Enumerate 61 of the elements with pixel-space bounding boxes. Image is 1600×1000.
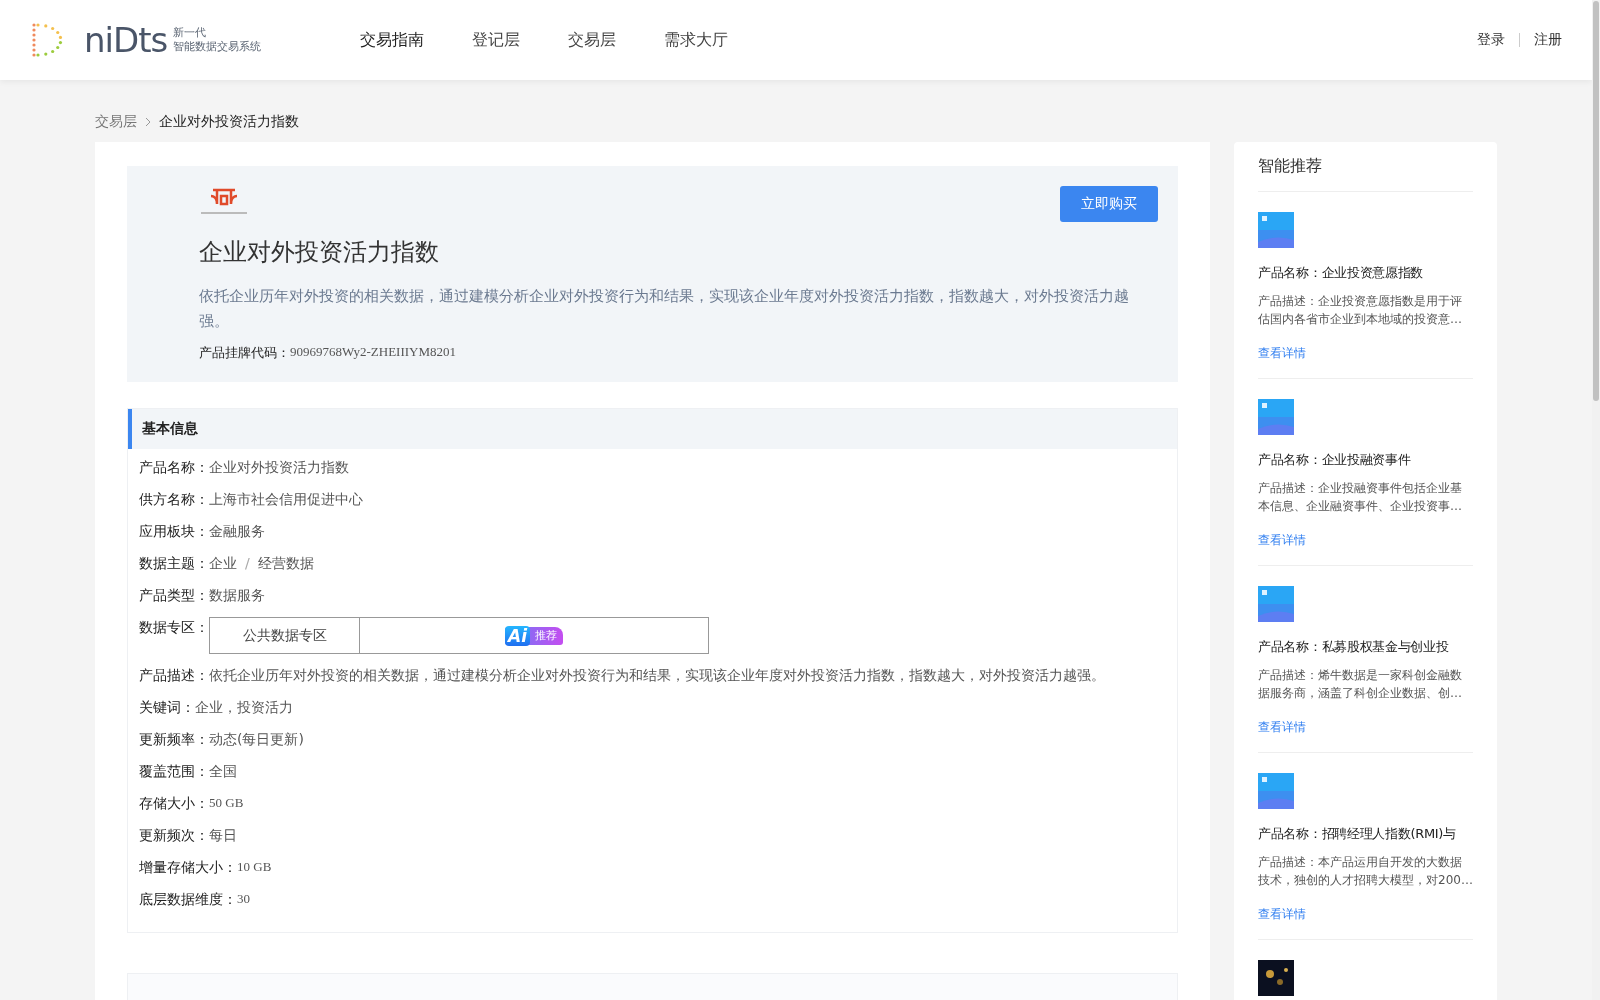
recommendation-name: 产品名称：企业投资意愿指数: [1258, 264, 1425, 282]
field-label: 更新频次：: [139, 827, 209, 845]
field-label: 产品名称：: [139, 459, 209, 477]
logo-wordmark: niDts: [84, 23, 168, 57]
recommendation-description: 产品描述：本产品运用自开发的大数据技术，独创的人才招聘大模型，对200…: [1258, 854, 1473, 889]
nav-link[interactable]: 交易指南: [360, 29, 424, 51]
breadcrumb-link[interactable]: 交易层: [95, 113, 137, 131]
topic-link[interactable]: 经营数据: [257, 555, 314, 573]
field-value: 依托企业历年对外投资的相关数据，通过建模分析企业对外投资行为和结果，实现该企业年度对外投资活力指数，指数越大，对外投资活力越强。: [209, 667, 1105, 685]
section-header: 基本信息: [128, 409, 1177, 449]
auth-link[interactable]: 注册: [1534, 31, 1562, 49]
field-value: 每日: [209, 827, 237, 845]
nav-link[interactable]: 需求大厅: [664, 29, 728, 51]
ai-badge: Ai 推荐: [505, 626, 563, 645]
recommendation-description: 产品描述：烯牛数据是一家科创金融数据服务商，涵盖了科创企业数据、创…: [1258, 667, 1463, 702]
field-label: 增量存储大小：: [139, 859, 237, 877]
zone-cell: 公共数据专区: [210, 618, 360, 653]
field-label: 数据主题：: [139, 555, 209, 573]
recommendation-name: 产品名称：企业投融资事件: [1258, 451, 1412, 469]
field-label: 关键词：: [139, 699, 195, 717]
field-label: 存储大小：: [139, 795, 209, 813]
code-label: 产品挂牌代码：: [199, 344, 290, 362]
field-value: 企业，投资活力: [195, 699, 293, 717]
field-label: 产品类型：: [139, 587, 209, 605]
sidebar-title: 智能推荐: [1258, 156, 1473, 192]
recommendation-description: 产品描述：企业投融资事件包括企业基本信息、企业融资事件、企业投资事…: [1258, 480, 1463, 515]
field-label: 覆盖范围：: [139, 763, 209, 781]
field-value: 动态(每日更新): [209, 731, 304, 749]
field-label: 底层数据维度：: [139, 891, 237, 909]
buy-button[interactable]: 立即购买: [1060, 186, 1158, 222]
logo-tagline: 新一代: [173, 26, 208, 40]
field-value: 50 GB: [209, 795, 244, 811]
field-label: 应用板块：: [139, 523, 209, 541]
nav-link[interactable]: 交易层: [568, 29, 616, 51]
field-value: 企业对外投资活力指数: [209, 459, 349, 477]
auth-link[interactable]: 登录: [1477, 31, 1505, 49]
recommendation-name: 产品名称：私募股权基金与创业投: [1258, 638, 1450, 656]
recommendation-description: 产品描述：企业投资意愿指数是用于评估国内各省市企业到本地域的投资意…: [1258, 293, 1463, 328]
details-link[interactable]: 查看详情: [1258, 720, 1306, 734]
path-separator: /: [245, 555, 250, 573]
product-code: 90969768Wy2-ZHEIIIYM8201: [290, 344, 457, 361]
field-value: 上海市社会信用促进中心: [209, 491, 363, 509]
product-description: 依托企业历年对外投资的相关数据，通过建模分析企业对外投资行为和结果，实现该企业年度对外投资活力指数，指数越大，对外投资活力越强。: [199, 286, 1130, 332]
details-link[interactable]: 查看详情: [1258, 907, 1306, 921]
recommendation-name: 产品名称：招聘经理人指数(RMI)与: [1258, 825, 1457, 843]
field-label: 产品描述：: [139, 667, 209, 685]
nav-link[interactable]: 登记层: [472, 29, 520, 51]
field-label: 供方名称：: [139, 491, 209, 509]
field-value: 30: [237, 891, 250, 907]
field-value: 10 GB: [237, 859, 272, 875]
product-title: 企业对外投资活力指数: [199, 237, 440, 268]
details-link[interactable]: 查看详情: [1258, 533, 1306, 547]
field-label: 数据专区：: [139, 619, 209, 637]
field-value: 数据服务: [209, 587, 265, 605]
field-value: 金融服务: [209, 523, 265, 541]
topic-link[interactable]: 企业: [209, 555, 237, 573]
details-link[interactable]: 查看详情: [1258, 346, 1306, 360]
field-label: 更新频率：: [139, 731, 209, 749]
logo-tagline: 智能数据交易系统: [173, 40, 262, 54]
field-value: 全国: [209, 763, 237, 781]
breadcrumb-link[interactable]: 企业对外投资活力指数: [159, 113, 299, 131]
